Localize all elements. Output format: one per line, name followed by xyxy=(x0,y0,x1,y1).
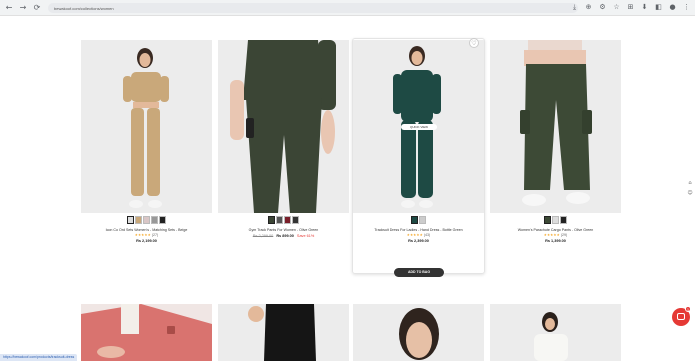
price: Rs 2,199.00 xyxy=(136,239,157,243)
review-count: (43) xyxy=(423,233,431,237)
profile-icon[interactable]: ● xyxy=(668,3,677,12)
swatch[interactable] xyxy=(276,216,283,224)
color-swatches xyxy=(218,216,349,224)
product-image[interactable] xyxy=(490,40,621,213)
mrp-price: Rs 2,299.00 xyxy=(252,234,274,238)
review-count: (29) xyxy=(560,233,568,237)
product-price: Rs 1,399.00 xyxy=(490,239,621,243)
url-text: bewakoof.com/collections/women xyxy=(54,5,114,11)
product-image[interactable] xyxy=(218,40,349,213)
install-icon[interactable]: ⤓ xyxy=(570,3,579,12)
swatch[interactable] xyxy=(135,216,142,224)
product-card[interactable]: Women's Parachute Cargo Pants - Olive Gr… xyxy=(490,40,621,243)
forward-icon[interactable]: → xyxy=(18,3,28,13)
model-white-top-image xyxy=(490,304,621,361)
extension-icon[interactable]: ⚙ xyxy=(598,3,607,12)
model-black-pants-image xyxy=(218,304,349,361)
add-to-bag-button[interactable]: ADD TO BAG xyxy=(394,268,444,277)
product-image[interactable]: QUICK VIEW xyxy=(353,40,484,213)
rating-stars: ★★★★★ xyxy=(134,233,151,237)
swatch[interactable] xyxy=(560,216,567,224)
product-card[interactable]: Icon Co Ord Sets Women's - Matching Sets… xyxy=(81,40,212,243)
model-beige-coord-image xyxy=(81,40,212,213)
swatch[interactable] xyxy=(284,216,291,224)
product-image[interactable] xyxy=(490,304,621,361)
rating-stars: ★★★★★ xyxy=(543,233,560,237)
swatch[interactable] xyxy=(292,216,299,224)
review-count: (27) xyxy=(151,233,159,237)
product-card[interactable] xyxy=(81,304,212,361)
swatch[interactable] xyxy=(143,216,150,224)
side-float-icons: ⌂ ☺ xyxy=(687,180,693,196)
swatch[interactable] xyxy=(127,216,134,224)
product-name[interactable]: Tracksuit Dress For Ladies - Hand Dress … xyxy=(353,228,484,232)
price: Rs 2,399.00 xyxy=(408,239,429,243)
rating-stars: ★★★★★ xyxy=(406,233,423,237)
address-bar[interactable]: bewakoof.com/collections/women xyxy=(48,3,578,13)
chat-widget-button[interactable]: 1 xyxy=(672,306,691,326)
discount-label: Save 61% xyxy=(296,234,315,238)
quick-view-button[interactable]: QUICK VIEW xyxy=(401,124,437,130)
product-name[interactable]: Icon Co Ord Sets Women's - Matching Sets… xyxy=(81,228,212,232)
product-price: Rs 2,299.00 Rs 899.00 Save 61% xyxy=(218,234,349,238)
product-image[interactable] xyxy=(81,40,212,213)
price: Rs 1,399.00 xyxy=(545,239,566,243)
bookmark-star-icon[interactable]: ☆ xyxy=(612,3,621,12)
status-bar-url: https://bewakoof.com/products/tracksuit-… xyxy=(0,354,78,361)
product-name[interactable]: Gym Track Pants For Women - Olive Green xyxy=(218,228,349,232)
zoom-icon[interactable]: ⊕ xyxy=(584,3,593,12)
swatch[interactable] xyxy=(268,216,275,224)
product-rating: ★★★★★ (29) xyxy=(490,233,621,237)
toolbar-icons: ⤓ ⊕ ⚙ ☆ ⊞ ⬇ ◧ ● ⋮ xyxy=(570,3,691,12)
swatch[interactable] xyxy=(411,216,418,224)
model-olive-cargo-pants-image xyxy=(490,40,621,213)
sidepanel-icon[interactable]: ◧ xyxy=(654,3,663,12)
product-card[interactable]: QUICK VIEW ♡ Tracksuit Dress For Ladies … xyxy=(353,38,484,243)
browser-toolbar: ← → ⟳ bewakoof.com/collections/women ⤓ ⊕… xyxy=(0,0,695,16)
menu-icon[interactable]: ⋮ xyxy=(682,3,691,12)
model-pink-jacket-image xyxy=(81,304,212,361)
model-portrait-image xyxy=(353,304,484,361)
product-price: Rs 2,199.00 xyxy=(81,239,212,243)
swatch[interactable] xyxy=(159,216,166,224)
product-price: Rs 2,399.00 xyxy=(353,239,484,243)
swatch[interactable] xyxy=(151,216,158,224)
back-icon[interactable]: ← xyxy=(4,3,14,13)
product-rating: ★★★★★ (43) xyxy=(353,233,484,237)
product-card[interactable] xyxy=(218,304,349,361)
chat-notification-badge: 1 xyxy=(685,306,691,312)
tab-icon[interactable]: ⊞ xyxy=(626,3,635,12)
product-rating: ★★★★★ (27) xyxy=(81,233,212,237)
product-card[interactable] xyxy=(353,304,484,361)
product-image[interactable] xyxy=(353,304,484,361)
product-image[interactable] xyxy=(81,304,212,361)
wishlist-heart-icon[interactable]: ♡ xyxy=(469,38,479,48)
color-swatches xyxy=(490,216,621,224)
product-name[interactable]: Women's Parachute Cargo Pants - Olive Gr… xyxy=(490,228,621,232)
product-card[interactable]: Gym Track Pants For Women - Olive Green … xyxy=(218,40,349,238)
color-swatches xyxy=(353,216,484,224)
color-swatches xyxy=(81,216,212,224)
swatch[interactable] xyxy=(544,216,551,224)
reload-icon[interactable]: ⟳ xyxy=(32,3,42,13)
price: Rs 899.00 xyxy=(276,234,294,238)
swatch[interactable] xyxy=(552,216,559,224)
model-olive-trackpants-image xyxy=(218,40,349,213)
chat-bubble-icon xyxy=(677,313,685,320)
swatch[interactable] xyxy=(419,216,426,224)
download-icon[interactable]: ⬇ xyxy=(640,3,649,12)
home-icon[interactable]: ⌂ xyxy=(687,180,693,186)
product-image[interactable] xyxy=(218,304,349,361)
user-icon[interactable]: ☺ xyxy=(687,190,693,196)
product-card[interactable] xyxy=(490,304,621,361)
